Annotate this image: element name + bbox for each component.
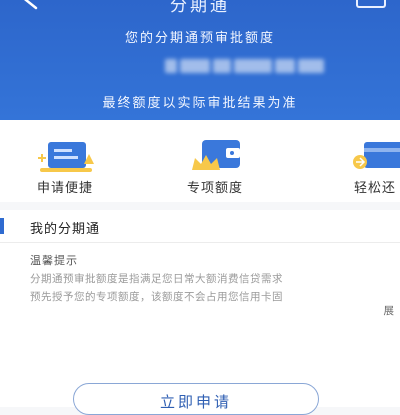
tip-text: 分期通预审批额度是指满足您日常大额消费信贷需求 [30, 273, 283, 285]
tip-text: 预先授予您的专项额度，该额度不会占用您信用卡固 [30, 291, 283, 303]
feature-apply-easy: 申请便捷 [10, 120, 120, 202]
section-title: 我的分期通 [30, 222, 101, 237]
wallet-crown-icon [192, 140, 240, 170]
feature-row: 申请便捷 专项额度 轻松还 [0, 120, 400, 202]
my-installment-section: 我的分期通 › 温馨提示 分期通预审批额度是指满足您日常大额消费信贷需求 预先授… [0, 210, 400, 415]
limit-amount-masked [165, 57, 325, 75]
feature-easy-repay: 轻松还 [320, 120, 400, 202]
document-card-icon [38, 142, 94, 172]
limit-note: 最终额度以实际审批结果为准 [102, 96, 298, 111]
feature-special-limit: 专项额度 [160, 120, 270, 202]
divider [0, 242, 400, 243]
feature-label: 专项额度 [186, 181, 243, 196]
expand-link[interactable]: 展 [384, 303, 395, 318]
section-accent-bar [0, 218, 4, 234]
feature-label: 申请便捷 [36, 181, 93, 196]
limit-label: 您的分期通预审批额度 [124, 31, 275, 46]
apply-now-button[interactable]: 立即申请 [73, 383, 319, 415]
more-icon[interactable] [356, 0, 386, 8]
feature-label: 轻松还 [353, 181, 396, 196]
header-banner: 分期通 您的分期通预审批额度 最终额度以实际审批结果为准 [0, 0, 400, 120]
card-arrow-icon [353, 142, 400, 169]
page-title: 分期通 [170, 0, 230, 16]
tip-title: 温馨提示 [30, 254, 78, 267]
